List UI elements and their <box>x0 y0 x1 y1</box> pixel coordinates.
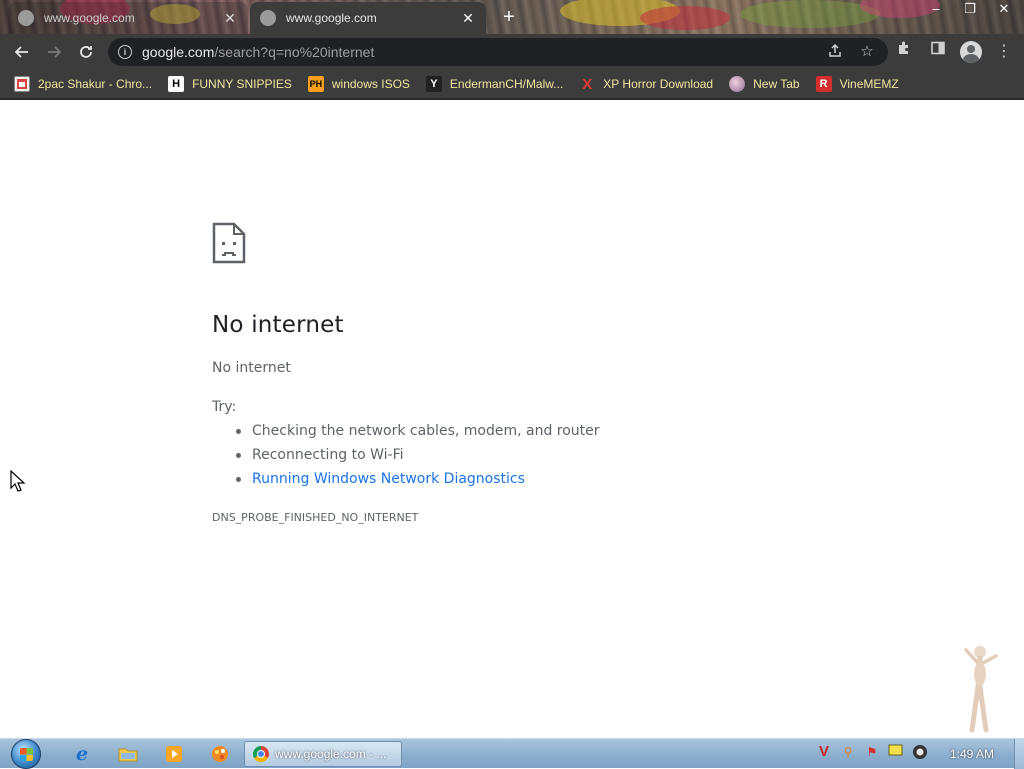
bookmark-label: XP Horror Download <box>603 77 714 91</box>
explorer-folder-icon[interactable] <box>116 742 140 766</box>
bookmark-item[interactable]: R VineMEMZ <box>815 76 899 92</box>
url-host: google.com <box>142 44 215 60</box>
toolbar-right: ⋮ <box>892 40 1016 64</box>
menu-dots-icon[interactable]: ⋮ <box>992 40 1016 64</box>
ph-icon: PH <box>307 76 324 92</box>
taskbar-chrome-window[interactable]: www.google.com - ... <box>244 741 402 767</box>
diagnostics-link[interactable]: Running Windows Network Diagnostics <box>236 470 600 494</box>
globe-icon <box>729 76 746 92</box>
volume-icon[interactable] <box>912 744 928 760</box>
globe-icon <box>18 10 34 26</box>
globe-icon <box>260 10 276 26</box>
close-icon[interactable]: ✕ <box>460 10 476 26</box>
wallpaper-splash <box>640 6 730 30</box>
x-icon: X <box>582 75 593 93</box>
close-window-button[interactable]: ✕ <box>992 0 1016 18</box>
reload-icon <box>80 46 92 58</box>
url-path: /search?q=no%20internet <box>214 44 375 60</box>
suggestions-list: Checking the network cables, modem, and … <box>236 422 600 494</box>
browser-toolbar: i google.com/search?q=no%20internet ☆ ⋮ <box>0 34 1024 70</box>
bookmark-item[interactable]: 2pac Shakur - Chro... <box>14 76 152 92</box>
bookmark-item[interactable]: X XP Horror Download <box>579 75 714 93</box>
bookmark-item[interactable]: PH windows ISOS <box>307 76 410 92</box>
system-tray: V ⚲ ⚑ <box>816 744 928 760</box>
back-button[interactable] <box>10 41 34 63</box>
magnifier-icon[interactable]: ⚲ <box>840 744 856 760</box>
new-tab-button[interactable]: + <box>498 6 520 28</box>
bookmark-label: New Tab <box>753 77 800 91</box>
start-button[interactable] <box>6 739 46 769</box>
side-panel-icon[interactable] <box>926 40 950 64</box>
h-icon: H <box>168 76 185 92</box>
paint-icon[interactable] <box>208 742 232 766</box>
flag-icon[interactable]: ⚑ <box>864 744 880 760</box>
error-subtitle: No internet <box>212 360 291 376</box>
dancing-figure-icon <box>964 646 998 733</box>
forward-button[interactable] <box>42 41 66 63</box>
error-code: DNS_PROBE_FINISHED_NO_INTERNET <box>212 511 419 524</box>
windows-logo-icon <box>11 739 41 769</box>
mouse-cursor-icon <box>10 470 26 492</box>
taskbar-clock[interactable]: 1:49 AM <box>950 747 994 761</box>
bookmark-label: 2pac Shakur - Chro... <box>38 77 153 91</box>
tab-inactive[interactable]: www.google.com ✕ <box>8 2 248 34</box>
battery-icon[interactable] <box>888 744 904 760</box>
bookmark-label: VineMEMZ <box>839 77 899 91</box>
info-icon[interactable]: i <box>118 45 132 59</box>
reload-button[interactable] <box>74 41 98 63</box>
page-icon <box>14 76 30 92</box>
media-player-icon[interactable] <box>162 742 186 766</box>
r-icon: R <box>815 76 832 92</box>
bookmark-label: windows ISOS <box>331 77 410 91</box>
internet-explorer-icon[interactable]: e <box>70 742 94 766</box>
bookmark-star-icon[interactable]: ☆ <box>858 43 876 61</box>
bookmark-label: FUNNY SNIPPIES <box>192 77 292 91</box>
bookmark-item[interactable]: Y EndermanCH/Malw... <box>425 76 564 92</box>
tab-active[interactable]: www.google.com ✕ <box>250 2 486 34</box>
address-url: google.com/search?q=no%20internet <box>142 44 374 60</box>
try-label: Try: <box>212 399 237 415</box>
bookmark-item[interactable]: H FUNNY SNIPPIES <box>168 76 292 92</box>
list-item: Checking the network cables, modem, and … <box>236 422 600 446</box>
close-icon[interactable]: ✕ <box>222 10 238 26</box>
chrome-icon <box>253 746 269 762</box>
tab-strip: www.google.com ✕ www.google.com ✕ + – ❐ … <box>0 0 1024 34</box>
extensions-icon[interactable] <box>892 40 916 64</box>
taskbar: e www.google.com - ... V ⚲ ⚑ 1:49 AM <box>0 738 1024 769</box>
wallpaper-splash <box>740 0 880 28</box>
list-item: Reconnecting to Wi-Fi <box>236 446 600 470</box>
taskbar-window-title: www.google.com - ... <box>275 747 387 761</box>
bookmark-item[interactable]: New Tab <box>729 76 800 92</box>
arrow-left-icon <box>14 46 28 58</box>
tab-title: www.google.com <box>44 11 135 25</box>
yp-icon: Y <box>425 76 442 92</box>
show-desktop-button[interactable] <box>1014 739 1024 769</box>
bookmark-label: EndermanCH/Malw... <box>449 77 564 91</box>
profile-avatar-icon[interactable] <box>960 41 982 63</box>
arrow-right-icon <box>48 46 62 58</box>
minimize-button[interactable]: – <box>924 0 948 18</box>
sad-page-icon <box>212 222 246 264</box>
error-title: No internet <box>212 312 344 338</box>
bookmarks-bar: 2pac Shakur - Chro... H FUNNY SNIPPIES P… <box>0 70 1024 100</box>
restore-button[interactable]: ❐ <box>958 0 982 18</box>
address-bar[interactable]: i google.com/search?q=no%20internet ☆ <box>108 38 888 66</box>
omnibox-actions: ☆ <box>826 43 876 61</box>
share-icon[interactable] <box>826 43 844 61</box>
v-app-icon[interactable]: V <box>816 744 832 760</box>
tab-title: www.google.com <box>286 11 377 25</box>
error-page: No internet No internet Try: Checking th… <box>0 102 1024 738</box>
window-controls: – ❐ ✕ <box>924 0 1016 18</box>
